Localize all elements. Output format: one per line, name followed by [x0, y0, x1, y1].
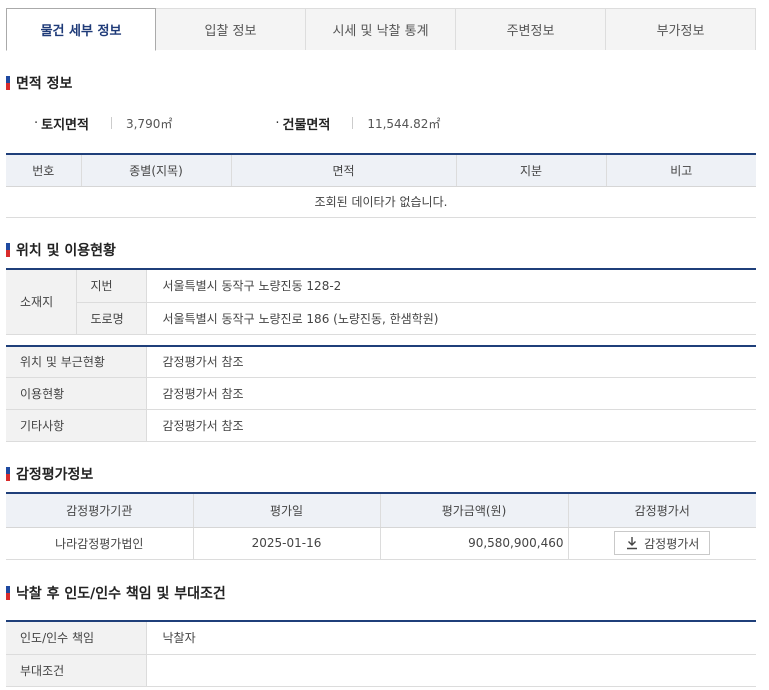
empty-message: 조회된 데이타가 없습니다.	[6, 186, 756, 218]
col-header-report: 감정평가서	[568, 493, 756, 528]
area-section-title: 면적 정보	[6, 73, 72, 93]
appraisal-report-download-button[interactable]: 감정평가서	[614, 531, 711, 555]
row-label: 기타사항	[6, 409, 147, 442]
appraisal-agency: 나라감정평가법인	[6, 527, 194, 560]
col-header-share: 지분	[456, 154, 607, 187]
section-marker-icon	[6, 586, 10, 600]
appraisal-report-cell: 감정평가서	[568, 527, 756, 560]
row-value	[146, 654, 756, 687]
lot-label: 지번	[76, 269, 147, 303]
col-header-type: 종별(지목)	[81, 154, 232, 187]
row-label: 부대조건	[6, 654, 147, 687]
location-section-title: 위치 및 이용현황	[6, 240, 116, 260]
tab-extra-info[interactable]: 부가정보	[606, 8, 756, 50]
appraisal-title-text: 감정평가정보	[16, 467, 94, 483]
col-header-amount: 평가금액(원)	[380, 493, 569, 528]
table-header-row: 번호 종별(지목) 면적 지분 비고	[6, 154, 756, 187]
building-area: · 건물면적 11,544.82㎡	[275, 114, 440, 133]
table-row: 부대조건	[6, 654, 756, 687]
conditions-title-text: 낙찰 후 인도/인수 책임 및 부대조건	[16, 586, 226, 602]
road-value: 서울특별시 동작구 노량진로 186 (노량진동, 한샘학원)	[146, 302, 756, 335]
download-button-label: 감정평가서	[644, 536, 700, 551]
table-row: 도로명 서울특별시 동작구 노량진로 186 (노량진동, 한샘학원)	[6, 302, 756, 335]
section-marker-icon	[6, 467, 10, 481]
tab-item-detail[interactable]: 물건 세부 정보	[6, 8, 156, 51]
download-icon	[627, 537, 638, 550]
row-label: 이용현황	[6, 377, 147, 410]
row-value: 낙찰자	[146, 621, 756, 655]
row-label: 인도/인수 책임	[6, 621, 147, 655]
bullet-icon: ·	[275, 115, 280, 131]
table-header-row: 감정평가기관 평가일 평가금액(원) 감정평가서	[6, 493, 756, 528]
appraisal-section-title: 감정평가정보	[6, 464, 93, 484]
col-header-note: 비고	[606, 154, 756, 187]
tab-price-stats[interactable]: 시세 및 낙찰 통계	[306, 8, 456, 50]
table-row: 인도/인수 책임 낙찰자	[6, 621, 756, 655]
conditions-section-title: 낙찰 후 인도/인수 책임 및 부대조건	[6, 583, 226, 603]
row-value: 감정평가서 참조	[146, 346, 756, 378]
section-marker-icon	[6, 243, 10, 257]
col-header-agency: 감정평가기관	[6, 493, 194, 528]
table-row: 나라감정평가법인 2025-01-16 90,580,900,460 감정평가서	[6, 527, 756, 560]
building-area-value: 11,544.82㎡	[367, 116, 441, 131]
row-label: 위치 및 부근현황	[6, 346, 147, 378]
table-row: 조회된 데이타가 없습니다.	[6, 186, 756, 218]
address-label: 소재지	[6, 269, 77, 335]
table-row: 위치 및 부근현황 감정평가서 참조	[6, 346, 756, 378]
appraisal-table: 감정평가기관 평가일 평가금액(원) 감정평가서 나라감정평가법인 2025-0…	[6, 492, 756, 560]
col-header-date: 평가일	[193, 493, 381, 528]
location-title-text: 위치 및 이용현황	[16, 243, 116, 259]
appraisal-date: 2025-01-16	[193, 527, 381, 560]
divider	[110, 117, 112, 129]
row-value: 감정평가서 참조	[146, 409, 756, 442]
land-area: · 토지면적 3,790㎡	[34, 114, 172, 133]
divider	[352, 117, 354, 129]
col-header-number: 번호	[6, 154, 82, 187]
land-area-label: 토지면적	[41, 117, 89, 133]
area-title-text: 면적 정보	[16, 76, 73, 92]
tab-nearby-info[interactable]: 주변정보	[456, 8, 606, 50]
road-label: 도로명	[76, 302, 147, 335]
section-marker-icon	[6, 76, 10, 90]
address-table: 소재지 지번 서울특별시 동작구 노량진동 128-2 도로명 서울특별시 동작…	[6, 268, 756, 335]
building-area-label: 건물면적	[282, 117, 331, 133]
table-row: 이용현황 감정평가서 참조	[6, 377, 756, 410]
area-summary: · 토지면적 3,790㎡ · 건물면적 11,544.82㎡	[34, 113, 440, 133]
usage-table: 위치 및 부근현황 감정평가서 참조 이용현황 감정평가서 참조 기타사항 감정…	[6, 345, 756, 442]
land-area-value: 3,790㎡	[125, 116, 173, 131]
area-table: 번호 종별(지목) 면적 지분 비고 조회된 데이타가 없습니다.	[6, 153, 756, 218]
table-row: 기타사항 감정평가서 참조	[6, 409, 756, 442]
col-header-area: 면적	[231, 154, 457, 187]
tab-bid-info[interactable]: 입찰 정보	[156, 8, 306, 50]
appraisal-amount: 90,580,900,460	[380, 527, 569, 560]
detail-tabs: 물건 세부 정보 입찰 정보 시세 및 낙찰 통계 주변정보 부가정보	[6, 8, 756, 51]
conditions-table: 인도/인수 책임 낙찰자 부대조건	[6, 620, 756, 687]
table-row: 소재지 지번 서울특별시 동작구 노량진동 128-2	[6, 269, 756, 335]
bullet-icon: ·	[34, 115, 39, 131]
row-value: 감정평가서 참조	[146, 377, 756, 410]
lot-value: 서울특별시 동작구 노량진동 128-2	[146, 269, 756, 303]
